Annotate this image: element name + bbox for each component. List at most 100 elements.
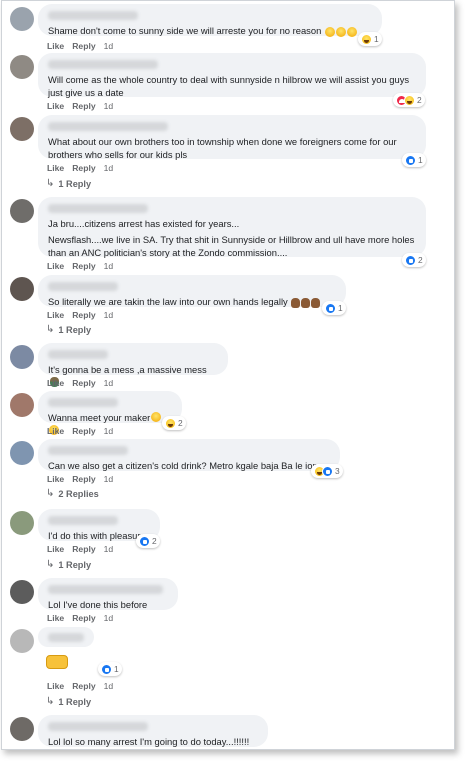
timestamp[interactable]: 1d — [104, 378, 114, 388]
view-replies-link[interactable]: ↳ 1 Reply — [46, 178, 91, 189]
comment-actions: Like Reply 1d — [47, 163, 113, 173]
comment-text: Lol lol so many arrest I'm going to do t… — [48, 736, 250, 747]
timestamp[interactable]: 1d — [104, 101, 114, 111]
reaction-summary[interactable]: 1 — [358, 32, 382, 46]
avatar[interactable] — [10, 345, 34, 369]
like-button[interactable]: Like — [47, 681, 64, 691]
avatar[interactable] — [10, 393, 34, 417]
like-button[interactable]: Like — [47, 310, 64, 320]
comment-bubble: Shame don't come to sunny side we will a… — [38, 4, 382, 39]
avatar[interactable] — [10, 511, 34, 535]
avatar[interactable] — [10, 580, 34, 604]
timestamp[interactable]: 1d — [104, 41, 114, 51]
timestamp[interactable]: 1d — [104, 261, 114, 271]
reply-button[interactable]: Reply — [72, 163, 95, 173]
laughing-emoji-icon — [324, 26, 357, 39]
clapping-emoji-icon — [290, 297, 321, 310]
like-reaction-icon — [405, 254, 416, 266]
view-replies-link[interactable]: ↳ 1 Reply — [46, 559, 91, 570]
reaction-summary[interactable]: 1 — [322, 301, 346, 315]
timestamp[interactable]: 1d — [104, 681, 114, 691]
comment-text: Will come as the whole country to deal w… — [48, 74, 410, 98]
reply-button[interactable]: Reply — [72, 378, 95, 388]
comment-bubble: Lol lol so many arrest I'm going to do t… — [38, 715, 268, 747]
reply-button[interactable]: Reply — [72, 101, 95, 111]
view-replies-link[interactable]: ↳ 1 Reply — [46, 324, 91, 335]
comment-bubble: So literally we are takin the law into o… — [38, 275, 346, 310]
avatar[interactable] — [10, 55, 34, 79]
avatar[interactable] — [10, 441, 34, 465]
comment-actions: Like Reply 1d — [47, 613, 113, 623]
comment-text: Ja bru....citizens arrest has existed fo… — [48, 217, 416, 259]
like-button[interactable]: Like — [47, 426, 64, 436]
comment-bubble: Ja bru....citizens arrest has existed fo… — [38, 197, 426, 259]
reply-button[interactable]: Reply — [72, 310, 95, 320]
timestamp[interactable]: 1d — [104, 310, 114, 320]
comment-actions: Like Reply 1d — [47, 261, 113, 271]
avatar[interactable] — [10, 717, 34, 741]
reaction-summary[interactable]: 2 — [162, 416, 186, 430]
comment-text: I'd do this with pleasure. — [48, 530, 149, 541]
reaction-summary[interactable]: 3 — [311, 464, 343, 478]
like-button[interactable]: Like — [47, 474, 64, 484]
reply-button[interactable]: Reply — [72, 474, 95, 484]
like-button[interactable]: Like — [47, 378, 64, 388]
like-button[interactable]: Like — [47, 163, 64, 173]
avatar[interactable] — [10, 199, 34, 223]
comment-actions: Like Reply 1d — [47, 474, 113, 484]
like-button[interactable]: Like — [47, 261, 64, 271]
comment-actions: Like Reply 1d — [47, 426, 113, 436]
reaction-summary[interactable]: 2 — [402, 253, 426, 267]
reaction-summary[interactable]: 1 — [402, 153, 426, 167]
comment-actions: Like Reply 1d — [47, 101, 113, 111]
reply-button[interactable]: Reply — [72, 544, 95, 554]
reaction-summary[interactable]: 2 — [136, 534, 160, 548]
author-name-redacted — [48, 633, 84, 642]
timestamp[interactable]: 1d — [104, 426, 114, 436]
comment-bubble: It's gonna be a mess ,a massive mess — [38, 343, 228, 387]
author-name-redacted — [48, 122, 168, 131]
view-replies-link[interactable]: ↳ 1 Reply — [46, 696, 91, 707]
comment-bubble: Can we also get a citizen's cold drink? … — [38, 439, 340, 471]
comment-paragraph: Newsflash....we live in SA. Try that shi… — [48, 234, 415, 258]
like-reaction-icon — [139, 535, 150, 547]
comment-actions: Like Reply 1d — [47, 41, 113, 51]
reply-arrow-icon: ↳ — [46, 324, 55, 335]
comment-text: Lol I've done this before — [48, 599, 148, 610]
author-name-redacted — [48, 446, 128, 455]
haha-reaction-icon — [361, 33, 372, 45]
comment-actions: Like Reply 1d — [47, 378, 113, 388]
sticker-image — [46, 655, 68, 669]
timestamp[interactable]: 1d — [104, 474, 114, 484]
reaction-summary[interactable]: 2 — [393, 93, 425, 107]
author-name-redacted — [48, 60, 158, 69]
like-button[interactable]: Like — [47, 613, 64, 623]
author-name-redacted — [48, 398, 118, 407]
comments-panel: Shame don't come to sunny side we will a… — [1, 0, 455, 750]
view-replies-link[interactable]: ↳ 2 Replies — [46, 488, 99, 499]
like-button[interactable]: Like — [47, 544, 64, 554]
timestamp[interactable]: 1d — [104, 544, 114, 554]
haha-reaction-icon — [165, 417, 176, 429]
like-button[interactable]: Like — [47, 41, 64, 51]
reply-button[interactable]: Reply — [72, 41, 95, 51]
reply-button[interactable]: Reply — [72, 426, 95, 436]
like-button[interactable]: Like — [47, 101, 64, 111]
comment-text: Shame don't come to sunny side we will a… — [48, 24, 372, 39]
reaction-summary[interactable]: 1 — [98, 662, 122, 676]
author-name-redacted — [48, 350, 108, 359]
avatar[interactable] — [10, 629, 34, 653]
comment-text: What about our own brothers too in towns… — [48, 136, 397, 160]
reply-button[interactable]: Reply — [72, 681, 95, 691]
comment-bubble: Lol I've done this before — [38, 578, 178, 610]
avatar[interactable] — [10, 7, 34, 31]
avatar[interactable] — [10, 277, 34, 301]
comment-bubble — [38, 627, 94, 647]
avatar[interactable] — [10, 117, 34, 141]
comment-bubble: Will come as the whole country to deal w… — [38, 53, 426, 98]
reply-arrow-icon: ↳ — [46, 696, 55, 707]
reply-button[interactable]: Reply — [72, 613, 95, 623]
timestamp[interactable]: 1d — [104, 613, 114, 623]
reply-button[interactable]: Reply — [72, 261, 95, 271]
timestamp[interactable]: 1d — [104, 163, 114, 173]
